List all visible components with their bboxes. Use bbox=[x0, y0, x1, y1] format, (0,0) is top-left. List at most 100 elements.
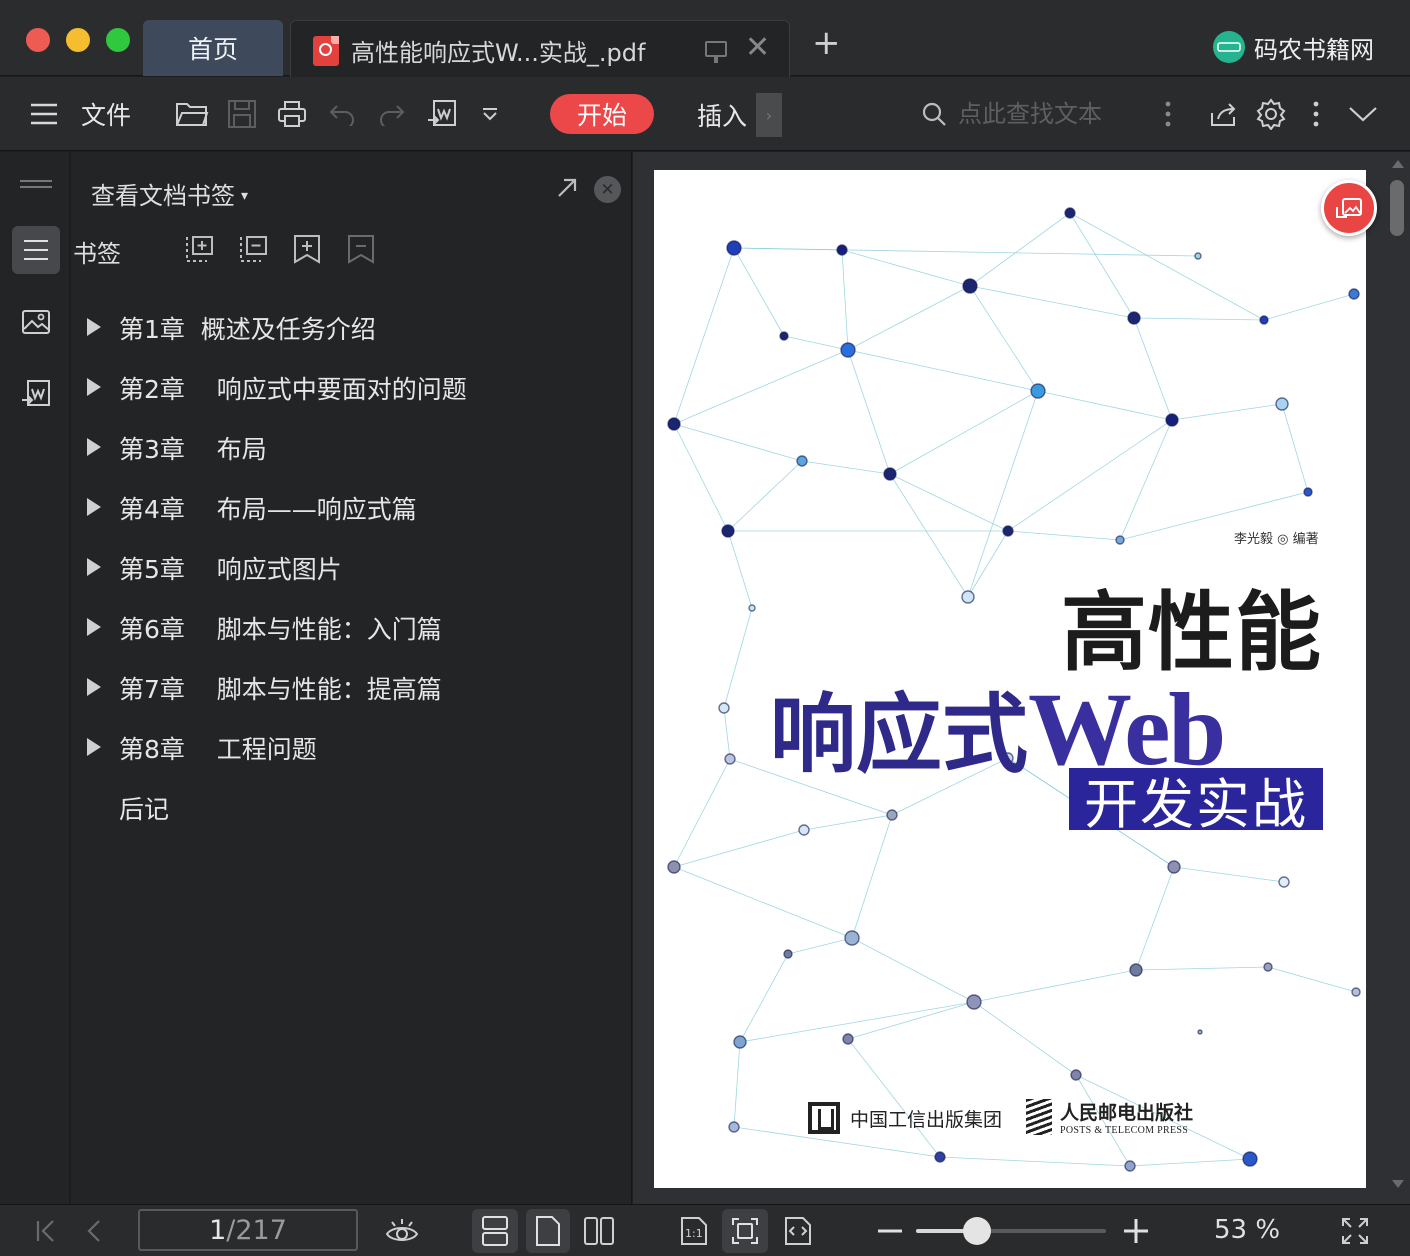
fit-width-icon[interactable] bbox=[778, 1205, 818, 1256]
network-edge bbox=[1129, 1158, 1251, 1167]
network-node bbox=[1348, 288, 1360, 300]
network-edge bbox=[847, 349, 1039, 392]
zoom-out-icon[interactable] bbox=[874, 1205, 906, 1256]
add-bookmark-icon[interactable] bbox=[293, 234, 321, 268]
bookmarks-icon[interactable] bbox=[12, 226, 60, 274]
expand-arrow-icon[interactable] bbox=[87, 738, 101, 756]
remove-bookmark-icon[interactable] bbox=[347, 234, 375, 268]
bookmark-item[interactable]: 第2章 响应式中要面对的问题 bbox=[71, 358, 631, 418]
expand-arrow-icon[interactable] bbox=[87, 498, 101, 516]
zoom-in-icon[interactable] bbox=[1120, 1205, 1152, 1256]
network-node bbox=[840, 342, 856, 358]
network-node bbox=[779, 331, 789, 341]
search-icon[interactable] bbox=[918, 77, 950, 151]
tab-home[interactable]: 首页 bbox=[143, 20, 283, 76]
pdf-file-icon bbox=[313, 36, 339, 66]
undo-icon[interactable] bbox=[324, 77, 362, 151]
expand-arrow-icon[interactable] bbox=[87, 318, 101, 336]
page-number-field[interactable]: 1/217 bbox=[138, 1209, 358, 1251]
bookmark-panel: 查看文档书签 ▾ ✕ 书签 第1章 概述及任务介绍 第2章 响应式中要面对的问题 第3… bbox=[71, 152, 632, 1204]
print-icon[interactable] bbox=[272, 77, 312, 151]
bookmark-item[interactable]: 第7章 脚本与性能：提高篇 bbox=[71, 658, 631, 718]
collapse-icon[interactable] bbox=[1344, 77, 1382, 151]
network-edge bbox=[801, 460, 891, 475]
bookmark-item[interactable]: 第3章 布局 bbox=[71, 418, 631, 478]
bookmark-item[interactable]: 后记 bbox=[71, 778, 631, 838]
expand-arrow-icon[interactable] bbox=[87, 618, 101, 636]
file-menu[interactable]: 文件 bbox=[78, 77, 134, 151]
bookmark-item[interactable]: 第4章 布局——响应式篇 bbox=[71, 478, 631, 538]
hamburger-icon[interactable] bbox=[26, 77, 62, 151]
eye-protection-icon[interactable] bbox=[380, 1205, 424, 1256]
network-node bbox=[966, 994, 982, 1010]
collapse-all-icon[interactable] bbox=[239, 234, 269, 268]
dropdown-icon[interactable] bbox=[476, 77, 504, 151]
bookmark-list: 第1章 概述及任务介绍第2章 响应式中要面对的问题第3章 布局 第4章 布局——响… bbox=[71, 298, 631, 838]
close-tab-button[interactable]: ✕ bbox=[745, 33, 770, 63]
open-folder-icon[interactable] bbox=[172, 77, 212, 151]
expand-arrow-icon[interactable] bbox=[87, 378, 101, 396]
zoom-level[interactable]: 53 % bbox=[1214, 1215, 1280, 1245]
expand-all-icon[interactable] bbox=[185, 234, 215, 268]
network-node bbox=[1278, 876, 1290, 888]
window-maximize-button[interactable] bbox=[106, 28, 130, 52]
previous-page-icon[interactable] bbox=[80, 1205, 108, 1256]
zoom-slider[interactable] bbox=[916, 1229, 1106, 1233]
network-node bbox=[844, 930, 860, 946]
two-page-icon[interactable] bbox=[578, 1205, 620, 1256]
bookmark-item-label: 第2章 响应式中要面对的问题 bbox=[119, 375, 467, 404]
pop-out-icon[interactable] bbox=[555, 176, 579, 204]
tab-document[interactable]: 高性能响应式W...实战_.pdf ✕ bbox=[290, 20, 790, 77]
tab-start[interactable]: 开始 bbox=[550, 94, 654, 134]
network-edge bbox=[1133, 317, 1265, 321]
new-tab-button[interactable]: + bbox=[812, 26, 841, 60]
panel-title-dropdown[interactable]: 查看文档书签 ▾ bbox=[91, 176, 248, 211]
bookmark-item[interactable]: 第8章 工程问题 bbox=[71, 718, 631, 778]
single-page-icon[interactable] bbox=[526, 1209, 570, 1253]
floating-tool-button[interactable] bbox=[1321, 180, 1377, 236]
zoom-slider-handle[interactable] bbox=[962, 1217, 991, 1245]
network-edge bbox=[841, 249, 971, 287]
network-edge bbox=[783, 335, 849, 351]
thumbnails-icon[interactable] bbox=[12, 298, 60, 346]
publisher-press-name-en: POSTS & TELECOM PRESS bbox=[1060, 1125, 1189, 1136]
convert-icon[interactable] bbox=[12, 370, 60, 418]
expand-arrow-icon[interactable] bbox=[87, 558, 101, 576]
save-icon[interactable] bbox=[222, 77, 262, 151]
expand-arrow-icon[interactable] bbox=[87, 678, 101, 696]
scroll-up-arrow[interactable] bbox=[1392, 160, 1404, 168]
publisher-group-name: 中国工信出版集团 bbox=[850, 1108, 1003, 1131]
window-close-button[interactable] bbox=[26, 28, 50, 52]
tab-insert[interactable]: 插入 bbox=[697, 97, 747, 133]
network-node bbox=[1197, 1029, 1203, 1035]
publisher-group: 中国工信出版集团 bbox=[808, 1102, 1002, 1134]
bookmark-item[interactable]: 第6章 脚本与性能：入门篇 bbox=[71, 598, 631, 658]
more-icon[interactable] bbox=[1158, 77, 1178, 151]
network-edge bbox=[851, 814, 893, 939]
actual-size-icon[interactable]: 1:1 bbox=[674, 1205, 714, 1256]
network-edge bbox=[1069, 212, 1135, 319]
settings-icon[interactable] bbox=[1252, 77, 1290, 151]
document-view[interactable]: 李光毅 ◎ 编著 高性能 响应式Web 开发实战 中国工信出版集团 人民邮电出版… bbox=[633, 152, 1410, 1204]
continuous-scroll-icon[interactable] bbox=[472, 1209, 518, 1253]
more-icon[interactable] bbox=[1306, 77, 1326, 151]
fullscreen-icon[interactable] bbox=[1336, 1205, 1374, 1256]
panel-close-button[interactable]: ✕ bbox=[594, 176, 621, 203]
network-node bbox=[934, 1151, 946, 1163]
expand-arrow-icon[interactable] bbox=[87, 438, 101, 456]
window-minimize-button[interactable] bbox=[66, 28, 90, 52]
vertical-scrollbar[interactable] bbox=[1390, 180, 1404, 236]
fit-page-icon[interactable] bbox=[722, 1209, 768, 1253]
scroll-down-arrow[interactable] bbox=[1392, 1180, 1404, 1188]
share-icon[interactable] bbox=[1206, 77, 1242, 151]
monitor-icon[interactable] bbox=[705, 41, 727, 63]
bookmark-item[interactable]: 第5章 响应式图片 bbox=[71, 538, 631, 598]
redo-icon[interactable] bbox=[372, 77, 410, 151]
bookmark-item[interactable]: 第1章 概述及任务介绍 bbox=[71, 298, 631, 358]
search-input[interactable] bbox=[958, 97, 1148, 131]
first-page-icon[interactable] bbox=[30, 1205, 62, 1256]
network-edge bbox=[723, 707, 731, 760]
network-edge bbox=[1037, 390, 1173, 421]
ribbon-scroll-right[interactable]: › bbox=[756, 93, 782, 137]
export-icon[interactable] bbox=[422, 77, 462, 151]
